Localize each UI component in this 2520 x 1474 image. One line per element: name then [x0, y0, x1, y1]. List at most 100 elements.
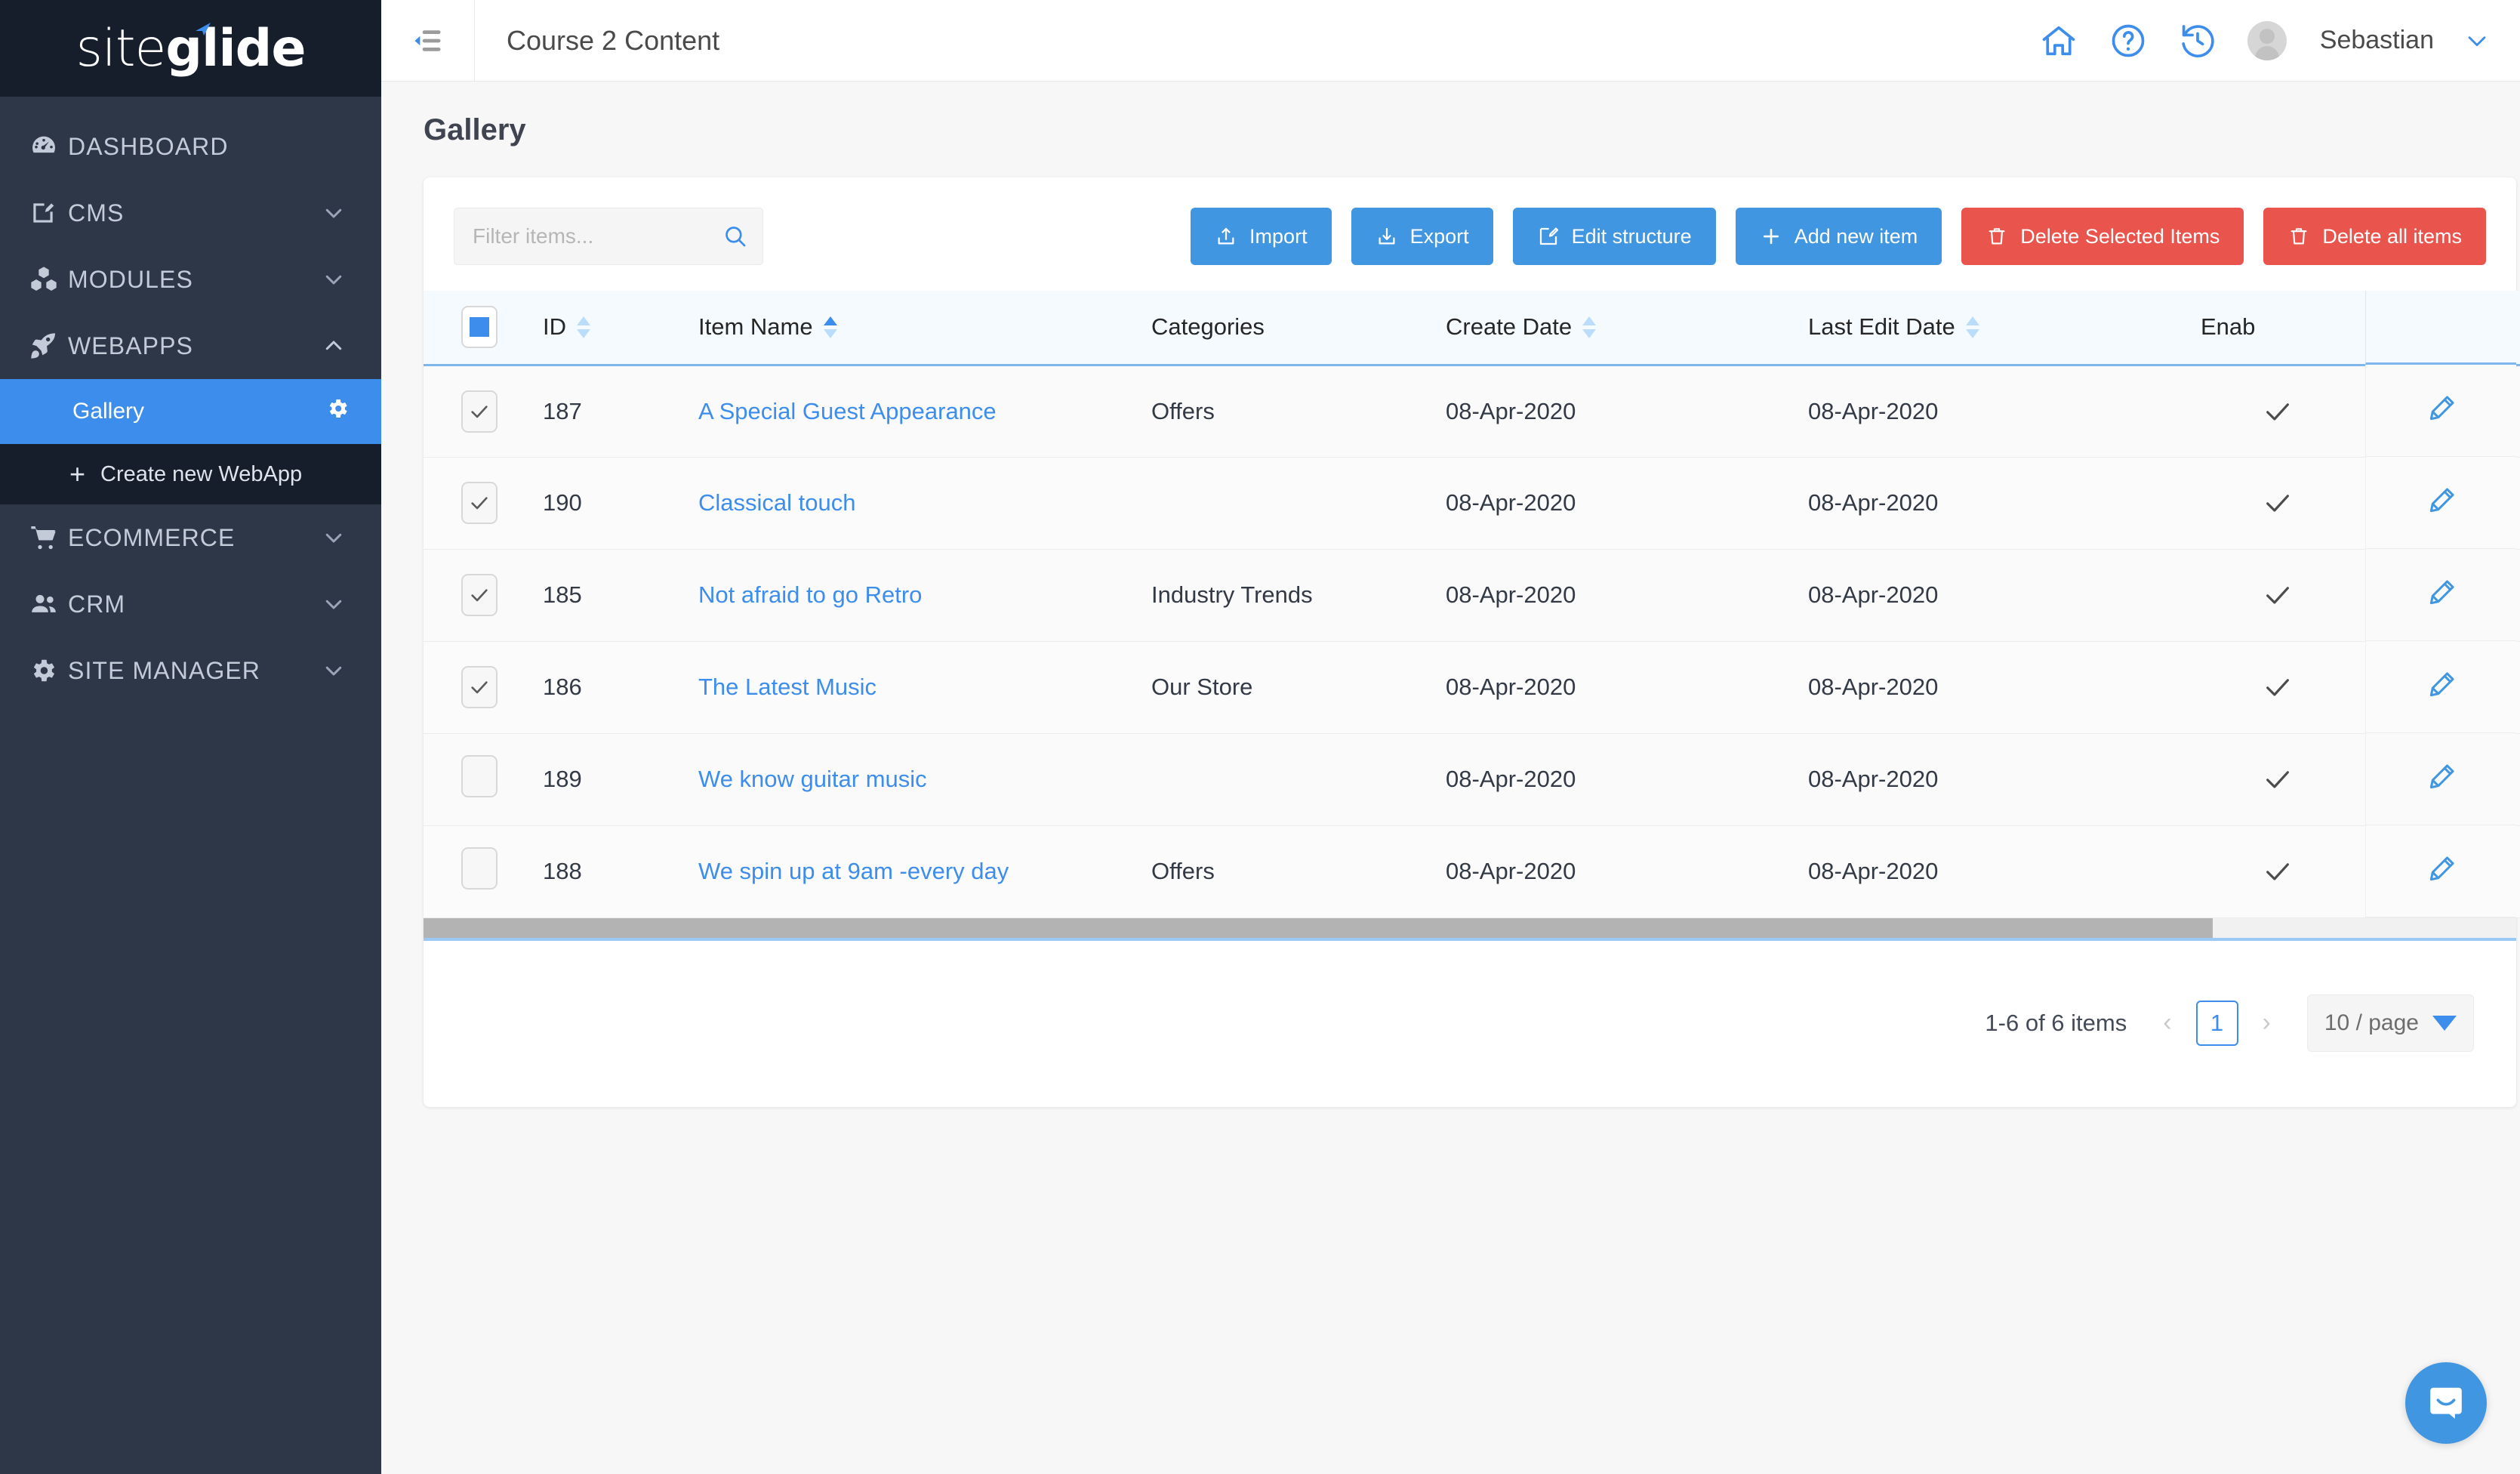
chevron-down-icon [321, 659, 347, 682]
cell-create-date: 08-Apr-2020 [1409, 457, 1772, 550]
pagination-next-button[interactable]: › [2255, 1008, 2278, 1038]
brand-logo[interactable]: siteglide [0, 0, 381, 97]
sidebar-item-label: DASHBOARD [68, 132, 229, 160]
sidebar-collapse-icon[interactable] [381, 0, 475, 82]
column-header-id[interactable]: ID [535, 291, 662, 366]
pagination-page-1[interactable]: 1 [2195, 1000, 2238, 1046]
cell-id: 185 [535, 549, 662, 642]
table-row: 187 A Special Guest Appearance Offers 08-Ap… [424, 365, 2520, 458]
select-all-checkbox[interactable] [461, 306, 498, 349]
row-select-cell [424, 825, 535, 918]
cell-last-edit-date: 08-Apr-2020 [1772, 825, 2164, 918]
home-icon[interactable] [2039, 21, 2078, 60]
cell-id: 186 [535, 641, 662, 734]
row-checkbox[interactable] [461, 847, 498, 890]
row-edit-button[interactable] [2365, 365, 2516, 457]
chevron-down-icon [321, 593, 347, 615]
row-checkbox[interactable] [461, 482, 498, 524]
chevron-down-icon[interactable] [2464, 28, 2490, 54]
item-name-link[interactable]: We spin up at 9am -every day [698, 858, 1009, 884]
column-header-enabled-label: Enab [2201, 313, 2256, 341]
edit-structure-button[interactable]: Edit structure [1512, 208, 1716, 265]
cell-item-name: The Latest Music [662, 641, 1115, 734]
column-header-enabled[interactable]: Enab [2164, 291, 2391, 366]
cell-categories: Industry Trends [1115, 549, 1409, 642]
export-button-label: Export [1409, 224, 1469, 248]
sort-toggle-last-edit-date[interactable] [1965, 316, 1979, 338]
cell-create-date: 08-Apr-2020 [1409, 641, 1772, 734]
import-button[interactable]: Import [1191, 208, 1332, 265]
cell-item-name: Classical touch [662, 457, 1115, 550]
filter-input[interactable] [454, 208, 763, 265]
column-header-create-date[interactable]: Create Date [1409, 291, 1772, 366]
avatar [2247, 20, 2287, 60]
sidebar-item-cms[interactable]: CMS [0, 180, 381, 246]
trash-icon [1986, 225, 2008, 248]
items-table: ID Item Name Categories Create Date Last… [424, 291, 2520, 918]
item-name-link[interactable]: Classical touch [698, 489, 855, 516]
sidebar-item-modules[interactable]: MODULES [0, 246, 381, 313]
caret-down-icon [2432, 1015, 2457, 1031]
row-edit-button[interactable] [2365, 457, 2516, 549]
page-size-select[interactable]: 10 / page [2306, 994, 2474, 1052]
row-edit-button[interactable] [2365, 733, 2516, 825]
sidebar-item-webapps[interactable]: WEBAPPS [0, 313, 381, 379]
table-row: 186 The Latest Music Our Store 08-Apr-2020 0… [424, 641, 2520, 734]
paper-plane-icon [196, 22, 211, 35]
row-edit-button[interactable] [2365, 549, 2516, 641]
table-horizontal-scrollbar[interactable] [424, 917, 2516, 938]
pencil-icon [2426, 485, 2457, 520]
table-row: 188 We spin up at 9am -every day Offers 08-… [424, 825, 2520, 918]
row-edit-button[interactable] [2365, 641, 2516, 733]
main-area: Course 2 Content Sebastian Gallery Filte… [381, 0, 2520, 1474]
gear-icon[interactable] [325, 396, 350, 427]
history-icon[interactable] [2178, 21, 2217, 60]
row-checkbox[interactable] [461, 755, 498, 797]
sidebar-item-label: WEBAPPS [68, 331, 193, 359]
toolbar-buttons: Import Export Edit structure Add new ite… [1191, 208, 2486, 265]
delete-all-items-button[interactable]: Delete all items [2263, 208, 2486, 265]
page-size-label: 10 / page [2324, 1010, 2419, 1035]
plus-icon [1760, 225, 1782, 248]
pencil-icon [2426, 669, 2457, 705]
cell-enabled [2164, 641, 2391, 734]
content-area: Gallery Imp [381, 82, 2520, 1474]
delete-selected-items-button[interactable]: Delete Selected Items [1961, 208, 2244, 265]
sidebar-item-gallery[interactable]: Gallery [0, 379, 381, 444]
sidebar-item-crm[interactable]: CRM [0, 571, 381, 637]
sort-toggle-create-date[interactable] [1582, 316, 1597, 338]
blocks-icon [29, 264, 68, 294]
export-button[interactable]: Export [1351, 208, 1493, 265]
column-header-categories[interactable]: Categories [1115, 291, 1409, 366]
pencil-icon [2426, 577, 2457, 612]
topbar-actions: Sebastian [2039, 20, 2520, 60]
row-checkbox[interactable] [461, 574, 498, 616]
item-name-link[interactable]: We know guitar music [698, 766, 927, 792]
scrollbar-thumb[interactable] [424, 917, 2213, 938]
item-name-link[interactable]: The Latest Music [698, 674, 876, 700]
column-header-item-name[interactable]: Item Name [662, 291, 1115, 366]
question-circle-icon[interactable] [2109, 21, 2148, 60]
row-checkbox[interactable] [461, 666, 498, 708]
sidebar-item-create-new-webapp[interactable]: + Create new WebApp [0, 444, 381, 504]
pagination-prev-button[interactable]: ‹ [2155, 1008, 2179, 1038]
column-header-last-edit-date[interactable]: Last Edit Date [1772, 291, 2164, 366]
row-edit-button[interactable] [2365, 825, 2516, 917]
users-icon [29, 589, 68, 619]
add-new-item-button[interactable]: Add new item [1735, 208, 1942, 265]
sidebar-item-dashboard[interactable]: DASHBOARD [0, 113, 381, 180]
cell-create-date: 08-Apr-2020 [1409, 825, 1772, 918]
enabled-check-icon [2164, 580, 2391, 610]
item-name-link[interactable]: Not afraid to go Retro [698, 581, 922, 608]
item-name-link[interactable]: A Special Guest Appearance [698, 398, 997, 424]
table-header-row: ID Item Name Categories Create Date Last… [424, 291, 2520, 366]
row-checkbox[interactable] [461, 390, 498, 433]
items-toolbar: Import Export Edit struc [424, 177, 2516, 291]
sort-toggle-id[interactable] [577, 316, 590, 338]
sort-toggle-item-name[interactable] [823, 316, 837, 338]
items-table-scroll: ID Item Name Categories Create Date Last… [424, 291, 2520, 918]
intercom-chat-button[interactable] [2405, 1362, 2487, 1444]
column-header-create-date-label: Create Date [1446, 313, 1573, 341]
sidebar-item-site-manager[interactable]: SITE MANAGER [0, 637, 381, 704]
sidebar-item-ecommerce[interactable]: ECOMMERCE [0, 504, 381, 571]
